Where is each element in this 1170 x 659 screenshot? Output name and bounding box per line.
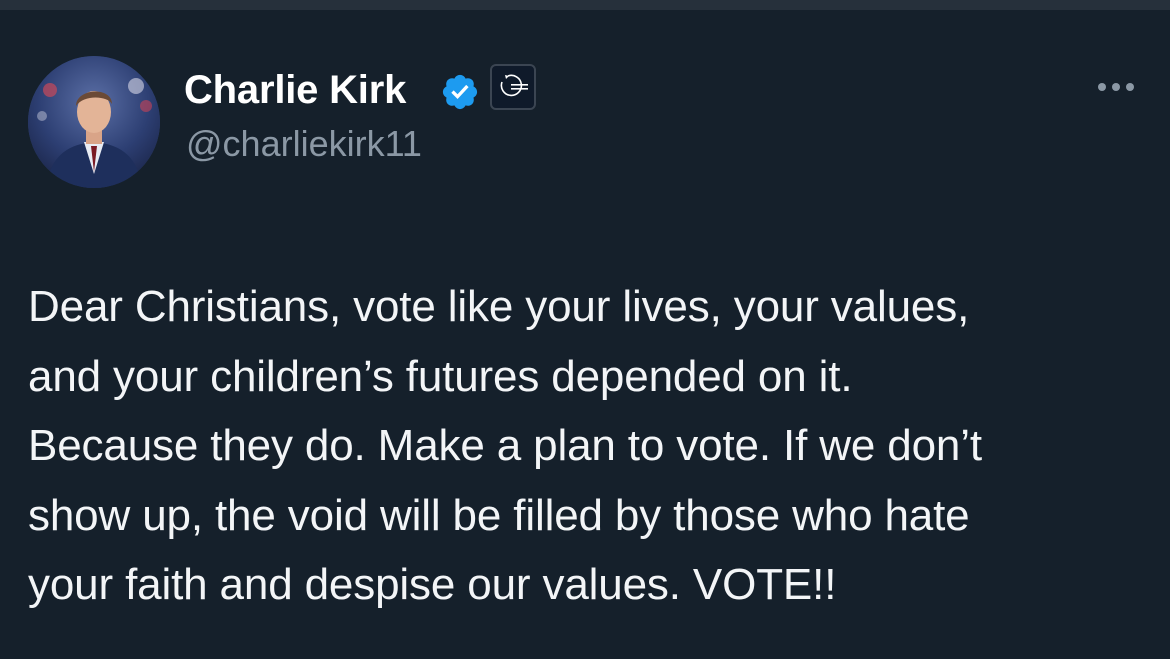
tweet-text-line: show up, the void will be filled by thos…: [28, 490, 970, 540]
tweet-text-line: your faith and despise our values. VOTE!…: [28, 560, 837, 609]
tweet-text-line: and your children’s futures depended on …: [28, 351, 853, 401]
author-display-name[interactable]: Charlie Kirk: [184, 66, 406, 114]
more-options-button[interactable]: [1090, 72, 1142, 102]
avatar-image: [28, 56, 160, 188]
tweet-text-line: Dear Christians, vote like your lives, y…: [28, 282, 970, 331]
author-handle[interactable]: @charliekirk11: [186, 122, 422, 166]
avatar[interactable]: [28, 56, 160, 188]
tweet-text-line: Because they do. Make a plan to vote. If…: [28, 421, 982, 470]
verified-badge-icon: [442, 74, 478, 110]
tweet-card[interactable]: Charlie Kirk @charliekirk11 Dear Christi…: [0, 10, 1170, 659]
tweet-body: Dear Christians, vote like your lives, y…: [28, 272, 1153, 620]
affiliate-badge-icon[interactable]: [490, 64, 536, 110]
top-edge-bar: [0, 0, 1170, 10]
more-options-icon: [1098, 83, 1134, 91]
